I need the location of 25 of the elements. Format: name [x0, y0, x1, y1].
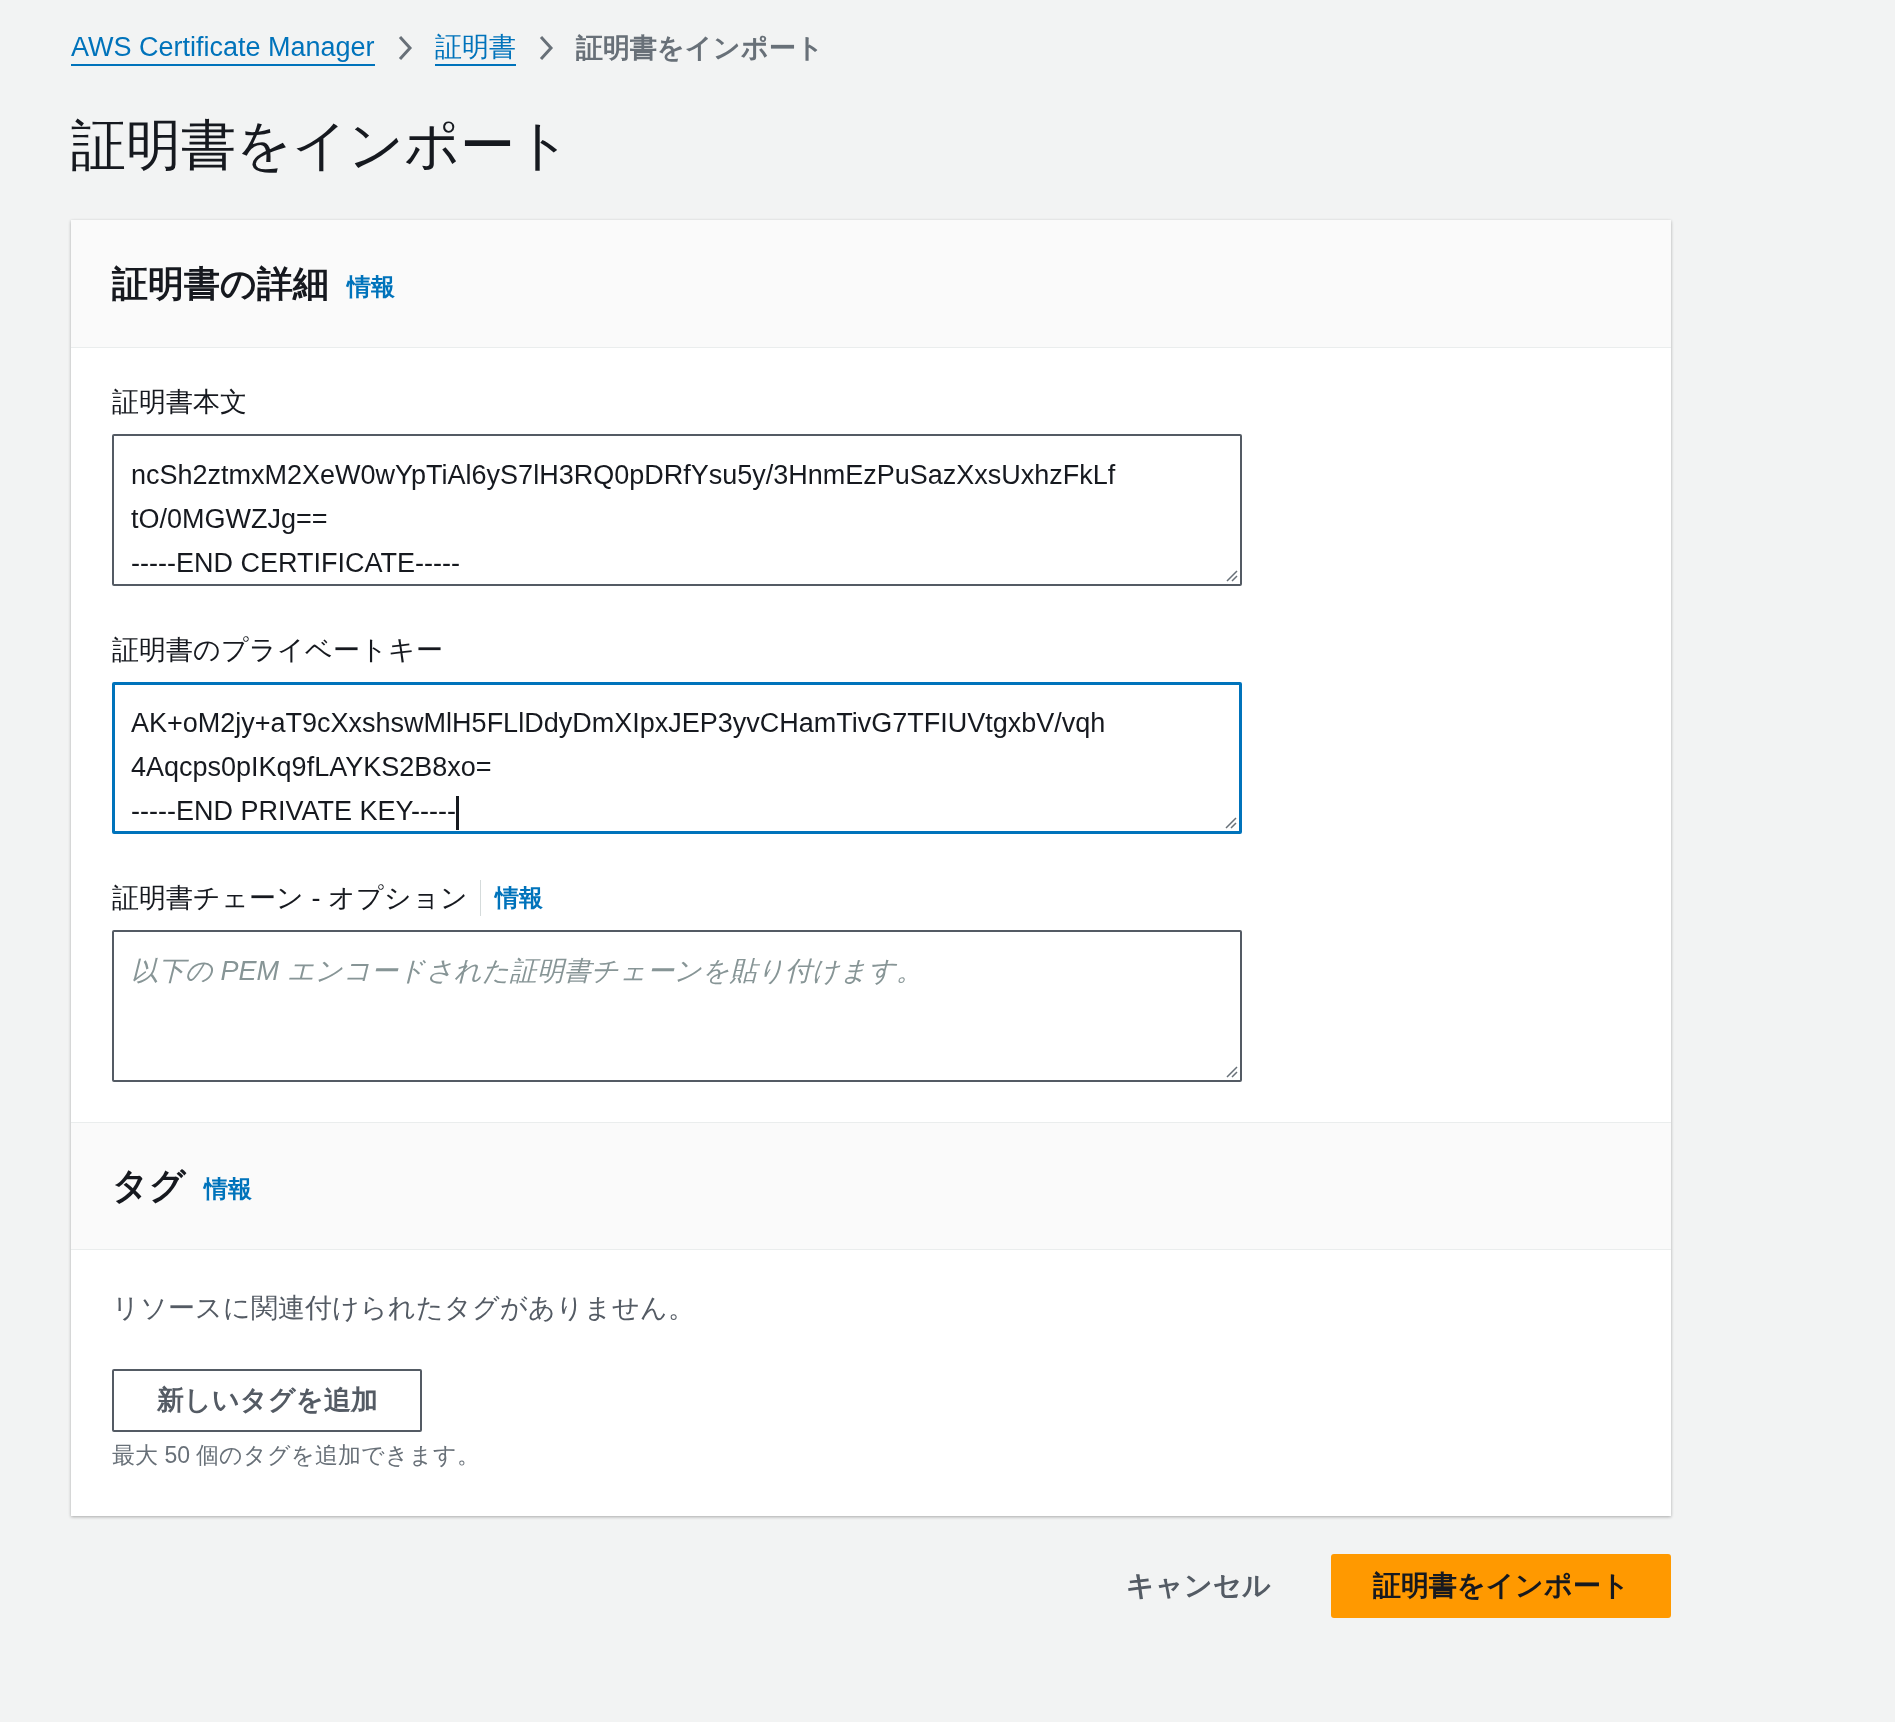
chevron-right-icon	[537, 34, 554, 62]
section-heading: タグ	[112, 1164, 186, 1208]
breadcrumb-current: 証明書をインポート	[575, 31, 824, 65]
text-area[interactable]: ncSh2ztmxM2XeW0wYpTiAl6yS7lH3RQ0pDRfYsu5y/3HnmEzPuSazXxsUxhzFkLf tO/0MGWZJg== -----END CERTIFICATE-----	[112, 434, 1242, 586]
text-area[interactable]: AK+oM2jy+aT9cXxshswMlH5FLlDdyDmXIpxJEP3yvCHamTivG7TFIUVtgxbV/vqh 4Aqcps0pIKq9fLAYKS2B8xo= -----END PRIVATE KEY-----	[112, 682, 1242, 834]
page-title: 証明書をインポート	[71, 113, 572, 178]
info-link[interactable]: 情報	[347, 268, 395, 305]
field-label: 証明書本文	[112, 385, 247, 419]
section-heading: 証明書の詳細	[112, 261, 329, 306]
import-button[interactable]: 証明書をインポート	[1331, 1554, 1671, 1618]
resize-handle-icon[interactable]	[1226, 1066, 1238, 1078]
info-link[interactable]: 情報	[204, 1171, 252, 1207]
cancel-button[interactable]: キャンセル	[1116, 1554, 1281, 1618]
resize-handle-icon[interactable]	[1225, 817, 1237, 829]
resize-handle-icon[interactable]	[1226, 570, 1238, 582]
text-area[interactable]: 以下の PEM エンコードされた証明書チェーンを貼り付けます。	[112, 930, 1242, 1082]
breadcrumb-link[interactable]: 証明書	[434, 30, 516, 66]
info-link[interactable]: 情報	[480, 880, 543, 916]
empty-message: リソースに関連付けられたタグがありません。	[112, 1292, 696, 1325]
chevron-right-icon	[396, 34, 413, 62]
field-label: 証明書チェーン - オプション	[112, 881, 468, 915]
add-tag-button[interactable]: 新しいタグを追加	[112, 1368, 422, 1432]
breadcrumb-link[interactable]: AWS Certificate Manager	[71, 30, 375, 66]
field-label: 証明書のプライベートキー	[112, 633, 443, 667]
hint-text: 最大 50 個のタグを追加できます。	[112, 1440, 482, 1470]
